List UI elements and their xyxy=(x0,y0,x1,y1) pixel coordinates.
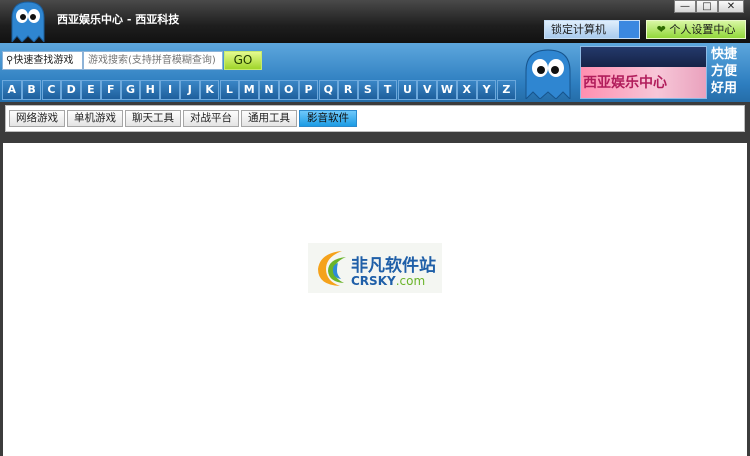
watermark-title: 非凡软件站 xyxy=(351,256,436,276)
crsky-watermark: 非凡软件站 CRSKY.com xyxy=(308,243,442,293)
tab-media-software[interactable]: 影音软件 xyxy=(299,110,357,127)
letter-button-f[interactable]: F xyxy=(100,80,121,100)
watermark-domain: CRSKY.com xyxy=(351,274,425,288)
personal-settings-label: 个人设置中心 xyxy=(669,23,736,36)
lock-computer-button[interactable]: 锁定计算机 xyxy=(544,20,640,39)
letter-button-j[interactable]: J xyxy=(180,80,200,100)
ad-screenshot-strip xyxy=(581,47,706,67)
letter-button-m[interactable]: M xyxy=(239,80,259,100)
slogan-line: 方便 xyxy=(711,64,738,79)
content-area xyxy=(3,143,747,456)
slogan: 快捷 方便 好用 xyxy=(711,46,745,97)
letter-button-u[interactable]: U xyxy=(397,80,418,100)
tab-utilities[interactable]: 通用工具 xyxy=(241,110,297,127)
ad-banner[interactable]: 西亚娱乐中心 xyxy=(580,46,707,99)
letter-button-v[interactable]: V xyxy=(417,80,437,100)
window-title: 西亚娱乐中心 - 西亚科技 xyxy=(57,13,180,26)
quick-search-text: 快速查找游戏 xyxy=(13,55,74,66)
heart-icon: ❤ xyxy=(656,23,666,36)
letter-button-s[interactable]: S xyxy=(358,80,378,100)
letter-button-c[interactable]: C xyxy=(41,80,62,100)
letter-button-i[interactable]: I xyxy=(160,80,180,100)
tab-online-games[interactable]: 网络游戏 xyxy=(9,110,65,127)
letter-button-x[interactable]: X xyxy=(456,80,477,100)
tab-single-player-games[interactable]: 单机游戏 xyxy=(67,110,123,127)
maximize-button[interactable]: □ xyxy=(696,0,718,13)
watermark-domain-tld: .com xyxy=(395,274,426,288)
slogan-line: 好用 xyxy=(711,81,738,96)
letter-button-r[interactable]: R xyxy=(338,80,358,100)
slogan-line: 快捷 xyxy=(711,47,738,62)
tab-battle-platform[interactable]: 对战平台 xyxy=(183,110,239,127)
letter-button-e[interactable]: E xyxy=(81,80,101,100)
close-button[interactable]: ✕ xyxy=(718,0,744,13)
ad-brand: 西亚娱乐中心 xyxy=(581,67,706,98)
quick-search-label: ⚲快速查找游戏 xyxy=(2,51,83,70)
letter-button-t[interactable]: T xyxy=(377,80,398,100)
game-search-input[interactable] xyxy=(83,51,223,70)
minimize-button[interactable]: — xyxy=(674,0,696,13)
personal-settings-button[interactable]: ❤ 个人设置中心 xyxy=(646,20,746,39)
letter-button-h[interactable]: H xyxy=(140,80,161,100)
letter-button-y[interactable]: Y xyxy=(476,80,497,100)
letter-button-k[interactable]: K xyxy=(199,80,220,100)
letter-button-d[interactable]: D xyxy=(61,80,81,100)
mascot-large-icon xyxy=(525,49,571,99)
letter-button-b[interactable]: B xyxy=(21,80,42,100)
letter-button-l[interactable]: L xyxy=(219,80,240,100)
letter-button-q[interactable]: Q xyxy=(318,80,339,100)
tab-chat-tools[interactable]: 聊天工具 xyxy=(125,110,181,127)
go-button[interactable]: GO xyxy=(224,51,262,70)
letter-button-o[interactable]: O xyxy=(278,80,299,100)
letter-button-p[interactable]: P xyxy=(298,80,319,100)
letter-button-z[interactable]: Z xyxy=(496,80,517,100)
lock-computer-label: 锁定计算机 xyxy=(551,23,606,36)
letter-index-bar: ABCDEFGHIJKLMNOPQRSTUVWXYZ xyxy=(2,80,517,100)
letter-button-a[interactable]: A xyxy=(2,80,22,100)
mascot-icon xyxy=(11,1,45,42)
watermark-domain-main: CRSKY xyxy=(351,274,396,288)
letter-button-w[interactable]: W xyxy=(437,80,457,100)
letter-button-n[interactable]: N xyxy=(259,80,279,100)
crsky-logo-icon xyxy=(318,251,346,286)
letter-button-g[interactable]: G xyxy=(120,80,141,100)
